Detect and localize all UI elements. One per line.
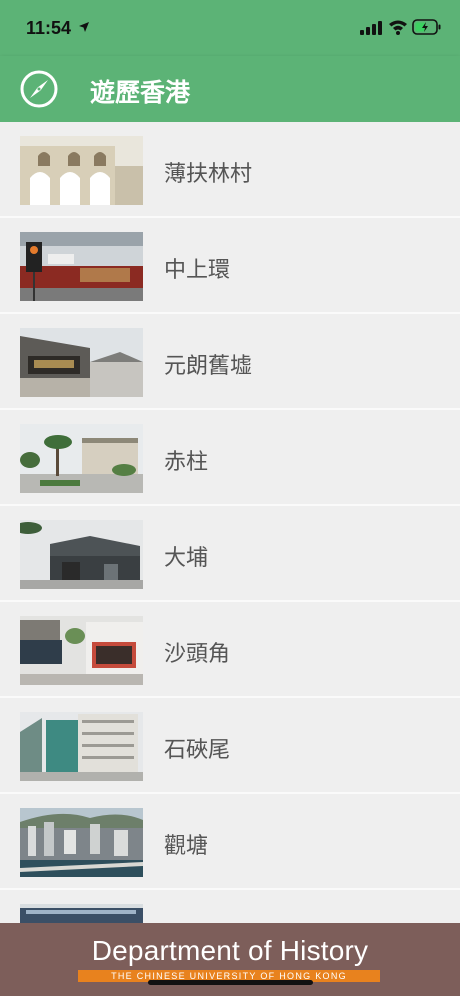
place-thumbnail <box>20 232 143 301</box>
cellular-signal-icon <box>360 21 382 35</box>
app-title: 遊歷香港 <box>90 78 191 107</box>
location-arrow-icon <box>79 22 89 32</box>
place-thumbnail <box>20 808 143 877</box>
status-time: 11:54 <box>26 18 72 38</box>
list-item[interactable]: 大埔 <box>0 506 460 602</box>
list-item[interactable]: 薄扶林村 <box>0 122 460 218</box>
place-name: 沙頭角 <box>164 642 231 667</box>
list-item[interactable]: 中上環 <box>0 218 460 314</box>
place-name: 赤柱 <box>164 450 209 475</box>
place-name: 元朗舊墟 <box>164 354 253 379</box>
battery-charging-icon <box>412 19 441 35</box>
footer-banner: Department of History THE CHINESE UNIVER… <box>0 923 460 996</box>
place-name: 大埔 <box>164 546 209 571</box>
place-thumbnail <box>20 520 143 589</box>
list-item[interactable]: 元朗舊墟 <box>0 314 460 410</box>
place-thumbnail <box>20 136 143 205</box>
place-thumbnail <box>20 424 143 493</box>
place-name: 觀塘 <box>164 834 209 859</box>
home-indicator[interactable] <box>148 980 313 985</box>
list-item[interactable]: 石硤尾 <box>0 698 460 794</box>
status-bar: 11:54 <box>0 0 460 56</box>
place-name: 石硤尾 <box>164 738 231 763</box>
places-list: 薄扶林村 中上環 元朗舊墟 赤柱 大埔 沙頭角 石硤尾 觀塘 <box>0 122 460 986</box>
place-thumbnail <box>20 328 143 397</box>
place-name: 中上環 <box>164 258 231 283</box>
place-thumbnail <box>20 616 143 685</box>
compass-icon[interactable] <box>19 69 59 109</box>
list-item[interactable]: 赤柱 <box>0 410 460 506</box>
list-item[interactable]: 觀塘 <box>0 794 460 890</box>
place-name: 薄扶林村 <box>164 162 253 187</box>
list-item[interactable]: 沙頭角 <box>0 602 460 698</box>
footer-department-title: Department of History <box>91 935 369 966</box>
place-thumbnail <box>20 712 143 781</box>
wifi-icon <box>389 20 407 35</box>
app-bar: 遊歷香港 <box>0 56 460 122</box>
